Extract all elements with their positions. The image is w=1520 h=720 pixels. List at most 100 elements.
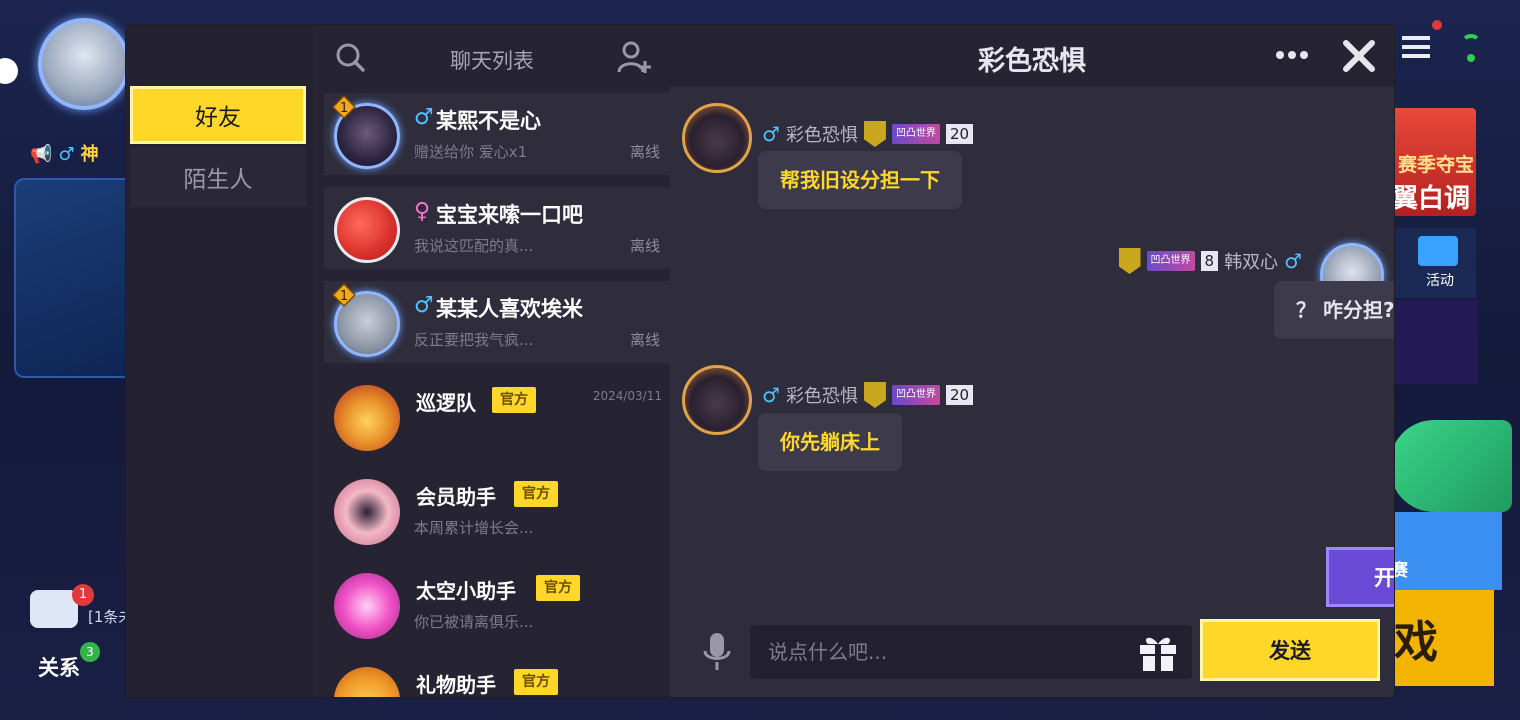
gender-female-icon: ♀ <box>414 199 431 224</box>
lobby-right-panel: 赛季夺宝 翼白调 活动 赛 戏 <box>1390 0 1520 720</box>
official-row[interactable]: 太空小助手 官方 你已被请离俱乐... <box>324 563 670 645</box>
event-banner[interactable] <box>1390 300 1478 384</box>
sender-name: 彩色恐惧 <box>785 125 858 146</box>
activity-icon <box>1418 236 1458 266</box>
friend-last-message: 我说这匹配的真... <box>414 237 534 255</box>
official-row[interactable]: 礼物助手 官方 <box>324 657 670 697</box>
wifi-icon <box>1458 28 1484 62</box>
send-button[interactable]: 发送 <box>1200 619 1380 681</box>
official-badge: 官方 <box>514 481 558 507</box>
official-badge: 官方 <box>514 669 558 695</box>
friend-name: 某熙不是心 <box>436 109 541 133</box>
official-row[interactable]: 巡逻队 官方 2024/03/11 <box>324 375 670 457</box>
svg-text:1: 1 <box>340 101 348 116</box>
chat-bubble-icon[interactable] <box>30 590 78 628</box>
official-avatar <box>334 667 400 697</box>
official-last-message: 本周累计增长会... <box>414 519 534 537</box>
sender-avatar[interactable] <box>682 103 752 173</box>
world-tag: 凹凸世界 <box>1146 251 1195 271</box>
level-shield-icon <box>863 121 886 147</box>
rank-badge-icon: 1 <box>332 95 356 119</box>
svg-text:1: 1 <box>340 289 348 304</box>
message-meta: ♂ 彩色恐惧 凹凸世界 20 <box>762 381 974 409</box>
lobby-left-panel: 📢 ♂ 神 1 [1条未 关系 3 <box>0 0 140 720</box>
gender-male-icon: ♂ <box>762 383 780 407</box>
activity-label: 活动 <box>1426 273 1454 289</box>
chat-list: 聊天列表 1 ♂ 某熙不是心 赠送给你 爱心x1 离线 ♀ 宝宝来嗦一口吧 我说… <box>314 25 670 697</box>
official-name: 太空小助手 <box>416 579 516 603</box>
official-badge: 官方 <box>536 575 580 601</box>
microphone-icon[interactable] <box>702 631 732 673</box>
friend-status: 离线 <box>629 143 660 161</box>
gender-male-icon: ♂ <box>1284 249 1302 273</box>
season-banner-title: 赛季夺宝 <box>1397 154 1474 176</box>
official-name: 会员助手 <box>416 485 496 509</box>
friend-last-message: 反正要把我气疯... <box>414 331 534 349</box>
sender-avatar[interactable] <box>682 365 752 435</box>
friend-name: 宝宝来嗦一口吧 <box>436 203 583 227</box>
level-shield-icon <box>1118 248 1141 274</box>
megaphone-icon: 📢 <box>30 144 53 165</box>
side-handle[interactable] <box>0 58 18 84</box>
message-bubble: 帮我旧设分担一下 <box>758 151 962 209</box>
official-avatar <box>334 573 400 639</box>
lobby-panel <box>14 178 140 378</box>
chat-header: 彩色恐惧 <box>670 25 1394 87</box>
friend-avatar <box>334 197 400 263</box>
player-name: 📢 ♂ 神 <box>30 144 99 165</box>
start-game-label: 戏 <box>1394 617 1438 668</box>
male-icon: ♂ <box>58 144 75 165</box>
gender-male-icon: ♂ <box>762 122 780 146</box>
gender-male-icon: ♂ <box>414 293 434 318</box>
sender-name: 彩色恐惧 <box>785 386 858 407</box>
official-name: 巡逻队 <box>416 391 476 415</box>
friend-name: 某某人喜欢埃米 <box>436 297 583 321</box>
relations-button[interactable]: 关系 <box>38 652 80 682</box>
message-input[interactable] <box>750 625 1192 679</box>
official-row[interactable]: 会员助手 官方 本周累计增长会... <box>324 469 670 551</box>
more-icon[interactable] <box>1274 47 1310 63</box>
rank-badge-icon: 1 <box>332 283 356 307</box>
friend-status: 离线 <box>629 331 660 349</box>
chat-panel: 彩色恐惧 ♂ 彩色恐惧 凹凸世界 20 帮我旧设分担一下 凹凸世界 8 韩双心 … <box>670 25 1394 697</box>
official-avatar <box>334 385 400 451</box>
chat-unread-badge: 1 <box>72 584 94 606</box>
official-last-message: 你已被请离俱乐... <box>414 613 534 631</box>
message-bubble: 你先躺床上 <box>758 413 902 471</box>
sender-name: 韩双心 <box>1224 252 1279 273</box>
season-banner-subtitle: 翼白调 <box>1391 184 1470 214</box>
start-party-button[interactable]: 开启派对 <box>1326 547 1394 607</box>
gender-male-icon: ♂ <box>414 105 434 130</box>
tab-strangers[interactable]: 陌生人 <box>130 147 306 207</box>
level-number: 8 <box>1200 251 1219 271</box>
add-friend-icon[interactable] <box>616 39 652 75</box>
official-avatar <box>334 479 400 545</box>
close-icon[interactable] <box>1340 37 1378 75</box>
official-name: 礼物助手 <box>416 673 496 697</box>
message-meta: 凹凸世界 8 韩双心 ♂ <box>1118 247 1302 275</box>
notification-dot <box>1432 20 1442 30</box>
world-tag: 凹凸世界 <box>891 124 940 144</box>
world-tag: 凹凸世界 <box>891 385 940 405</box>
level-number: 20 <box>945 385 974 405</box>
level-number: 20 <box>945 124 974 144</box>
message-meta: ♂ 彩色恐惧 凹凸世界 20 <box>762 120 974 148</box>
player-avatar[interactable] <box>38 18 130 110</box>
friend-status: 离线 <box>629 237 660 255</box>
friend-row[interactable]: 1 ♂ 某某人喜欢埃米 反正要把我气疯... 离线 <box>324 281 670 363</box>
gift-icon[interactable] <box>1136 631 1180 673</box>
chat-list-header: 聊天列表 <box>314 25 670 89</box>
official-badge: 官方 <box>492 387 536 413</box>
mode-button-green[interactable] <box>1390 420 1512 512</box>
level-shield-icon <box>863 382 886 408</box>
friend-row[interactable]: 1 ♂ 某熙不是心 赠送给你 爱心x1 离线 <box>324 93 670 175</box>
tab-friends[interactable]: 好友 <box>130 86 306 144</box>
friend-last-message: 赠送给你 爱心x1 <box>414 143 528 161</box>
tab-column: 好友 陌生人 <box>126 25 314 697</box>
chat-dialog: 好友 陌生人 聊天列表 1 ♂ 某熙不是心 赠送给你 爱心x1 离线 ♀ 宝宝来… <box>126 25 1394 697</box>
message-date: 2024/03/11 <box>592 389 662 403</box>
menu-icon[interactable] <box>1402 36 1430 58</box>
friend-row[interactable]: ♀ 宝宝来嗦一口吧 我说这匹配的真... 离线 <box>324 187 670 269</box>
relations-badge: 3 <box>80 642 100 662</box>
chat-input-bar: 发送 <box>670 615 1394 697</box>
